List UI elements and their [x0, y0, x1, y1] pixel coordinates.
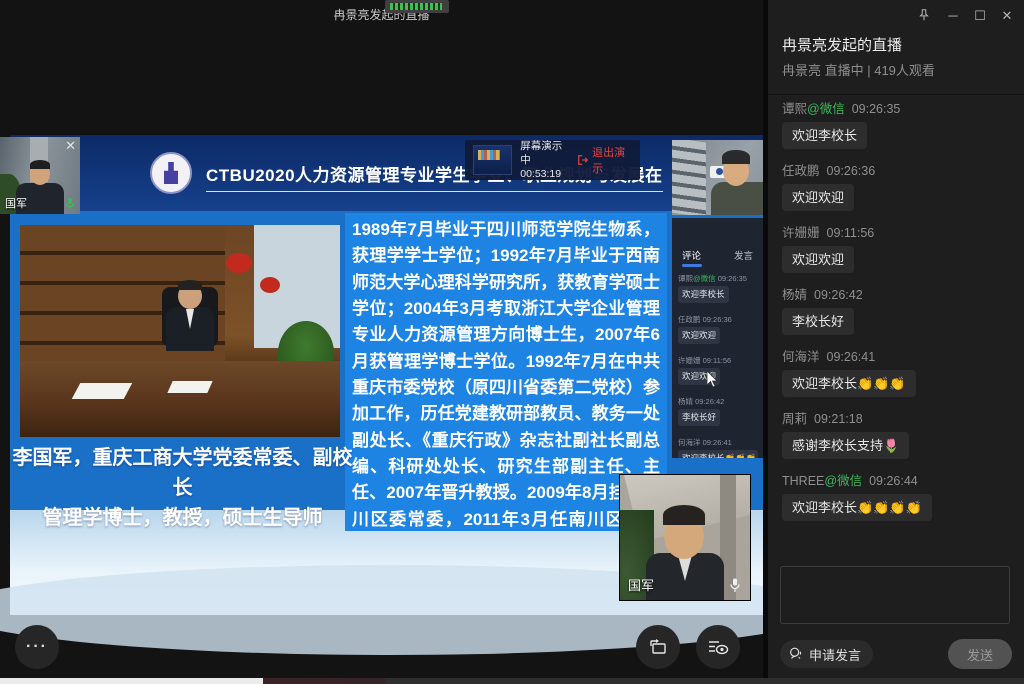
share-timer: 00:53:19: [520, 167, 569, 181]
desktop-edge-strip: [0, 678, 1024, 684]
mini-chat-header: 任政鹏 09:26:36: [678, 315, 763, 325]
chat-message-bubble: 欢迎李校长👏👏👏: [782, 370, 916, 397]
slide-header: CTBU2020人力资源管理专业学生学业、职业规划与发展在: [10, 135, 763, 211]
chat-message-bubble: 欢迎李校长: [782, 122, 867, 149]
caption-line1: 李国军，重庆工商大学党委常委、副校长: [10, 443, 355, 503]
chat-message: 周莉09:21:18 感谢李校长支持🌷: [782, 410, 1016, 459]
participant-thumbnail-video[interactable]: 国军 ✕: [0, 137, 80, 214]
maximize-icon[interactable]: ☐: [971, 8, 989, 24]
mini-chat-message: 任政鹏 09:26:36 欢迎欢迎: [678, 315, 763, 349]
more-options-button[interactable]: ···: [15, 625, 59, 669]
chat-message-header: 谭熙@微信09:26:35: [782, 100, 1016, 118]
chat-message: 任政鹏09:26:36 欢迎欢迎: [782, 162, 1016, 211]
chat-message: 许姗姗09:11:56 欢迎欢迎: [782, 224, 1016, 273]
mini-chat-bubble: 欢迎李校长: [678, 286, 729, 303]
caption-line2: 管理学博士，教授，硕士生导师: [10, 503, 355, 533]
exit-presentation-button[interactable]: 退出演示: [577, 144, 632, 176]
chat-message-header: 杨婧09:26:42: [782, 286, 1016, 304]
switch-layout-icon: [647, 636, 669, 658]
chat-message-header: 何海洋09:26:41: [782, 348, 1016, 366]
chat-message-header: 任政鹏09:26:36: [782, 162, 1016, 180]
share-status: 屏幕演示中: [520, 139, 569, 167]
volume-bars-icon: [390, 3, 442, 10]
mini-chat-header: 何海洋 09:26:41: [678, 438, 763, 448]
chat-message-list[interactable]: 谭熙@微信09:26:35 欢迎李校长 任政鹏09:26:36 欢迎欢迎 许姗姗…: [782, 100, 1016, 562]
stream-title: 冉景亮发起的直播: [782, 34, 902, 55]
tab-speak[interactable]: 发言: [734, 248, 753, 267]
chat-input[interactable]: [780, 566, 1010, 624]
request-speak-button[interactable]: 申请发言: [780, 640, 873, 668]
list-eye-icon: [706, 636, 730, 658]
exit-icon: [577, 154, 589, 166]
mini-chat-bubble: 欢迎李校长👏👏👏: [678, 450, 758, 458]
chat-message-bubble: 欢迎欢迎: [782, 184, 854, 211]
speaker-name-label: 国军: [628, 575, 654, 594]
toggle-comments-overlay-button[interactable]: [696, 625, 740, 669]
close-icon[interactable]: ✕: [65, 138, 76, 154]
chat-message: 何海洋09:26:41 欢迎李校长👏👏👏: [782, 348, 1016, 397]
office-photo: [20, 225, 340, 437]
mini-chat-bubble: 欢迎欢迎: [678, 327, 720, 344]
chat-message-header: THREE@微信09:26:44: [782, 472, 1016, 490]
chat-message-header: 周莉09:21:18: [782, 410, 1016, 428]
live-stage: 冉景亮发起的直播 CTBU2020人力资源管理专业学生学业、职业规划与发展在 1…: [0, 0, 763, 678]
switch-layout-button[interactable]: [636, 625, 680, 669]
mini-chat-bubble: 李校长好: [678, 409, 720, 426]
live-stream-window: 冉景亮发起的直播 CTBU2020人力资源管理专业学生学业、职业规划与发展在 1…: [0, 0, 1024, 684]
mini-chat-header: 许姗姗 09:11:56: [678, 356, 763, 366]
microphone-on-icon: [64, 197, 76, 211]
mini-chat-message: 谭熙@微信 09:26:35 欢迎李校长: [678, 274, 763, 308]
window-controls: ─ ☐ ✕: [917, 8, 1016, 24]
pin-icon[interactable]: [917, 8, 935, 24]
mini-chat-message: 许姗姗 09:11:56 欢迎欢迎: [678, 356, 763, 390]
chat-message: THREE@微信09:26:44 欢迎李校长👏👏👏👏: [782, 472, 1016, 521]
mini-chat-message: 何海洋 09:26:41 欢迎李校长👏👏👏: [678, 438, 763, 458]
speaker-caption: 李国军，重庆工商大学党委常委、副校长 管理学博士，教授，硕士生导师: [10, 443, 355, 533]
screen-share-bar: 屏幕演示中 00:53:19 退出演示: [465, 140, 640, 180]
chat-message-header: 许姗姗09:11:56: [782, 224, 1016, 242]
participant-name-label: 国军: [5, 195, 27, 211]
stage-overlay-title: 冉景亮发起的直播: [0, 6, 763, 23]
divider: [768, 94, 1024, 95]
chat-message-bubble: 李校长好: [782, 308, 854, 335]
chat-message-bubble: 感谢李校长支持🌷: [782, 432, 909, 459]
send-button[interactable]: 发送: [948, 639, 1012, 669]
mini-chat-header: 杨婧 09:26:42: [678, 397, 763, 407]
mouse-cursor: [706, 370, 719, 389]
minimize-icon[interactable]: ─: [944, 8, 962, 24]
chat-message: 杨婧09:26:42 李校长好: [782, 286, 1016, 335]
speaker-inset-video[interactable]: 国军: [620, 475, 750, 600]
remote-participant-video[interactable]: [672, 140, 763, 215]
comment-tabs: 评论 发言: [672, 248, 763, 267]
tab-comments[interactable]: 评论: [682, 248, 701, 267]
close-icon[interactable]: ✕: [998, 8, 1016, 24]
chat-side-panel: ─ ☐ ✕ 冉景亮发起的直播 冉景亮 直播中 | 419人观看 谭熙@微信09:…: [768, 0, 1024, 678]
university-logo: [150, 152, 192, 194]
biography-text: 1989年7月毕业于四川师范学院生物系，获理学学士学位；1992年7月毕业于西南…: [345, 213, 667, 531]
panel-bottom-bar: 申请发言 发送: [780, 639, 1012, 669]
stream-status-viewers: 冉景亮 直播中 | 419人观看: [782, 60, 935, 79]
mini-chat-message: 杨婧 09:26:42 李校长好: [678, 397, 763, 431]
volume-indicator: [385, 0, 449, 13]
ellipsis-icon: ···: [26, 638, 48, 656]
chat-message-bubble: 欢迎欢迎: [782, 246, 854, 273]
mini-chat-header: 谭熙@微信 09:26:35: [678, 274, 763, 284]
microphone-icon: [728, 577, 742, 594]
share-preview-thumbnail: [473, 145, 512, 175]
chat-message: 谭熙@微信09:26:35 欢迎李校长: [782, 100, 1016, 149]
shared-screen-comment-panel: 评论 发言 谭熙@微信 09:26:35 欢迎李校长 任政鹏 09:26:36 …: [672, 218, 763, 458]
chat-message-bubble: 欢迎李校长👏👏👏👏: [782, 494, 932, 521]
mini-chat-list[interactable]: 谭熙@微信 09:26:35 欢迎李校长 任政鹏 09:26:36 欢迎欢迎 许…: [678, 274, 763, 458]
speaking-head-icon: [788, 646, 804, 662]
